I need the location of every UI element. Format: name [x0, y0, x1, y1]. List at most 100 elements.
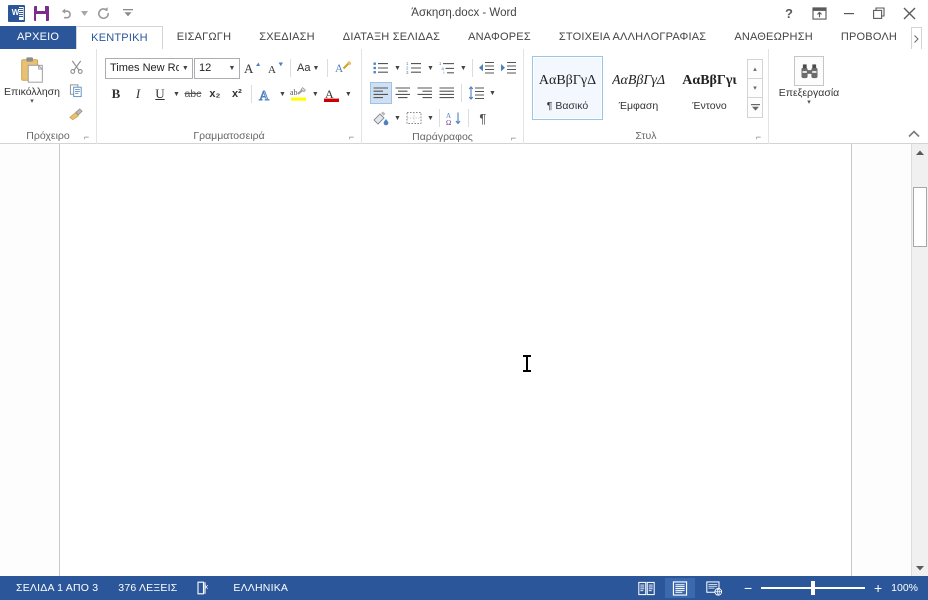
editing-dropdown-icon[interactable]: ▾: [807, 99, 811, 107]
font-name-input[interactable]: Times New Ro ▼: [105, 57, 193, 79]
align-left-button[interactable]: [370, 82, 392, 104]
italic-button[interactable]: I: [127, 83, 149, 105]
ribbon-display-options-icon[interactable]: [804, 1, 834, 25]
tab-design[interactable]: ΣΧΕΔΙΑΣΗ: [245, 26, 329, 49]
font-color-dropdown-icon[interactable]: ▼: [343, 91, 354, 98]
minimize-icon[interactable]: [834, 1, 864, 25]
shrink-font-button[interactable]: A: [264, 57, 286, 79]
zoom-in-button[interactable]: +: [871, 581, 885, 595]
text-effects-dropdown-icon[interactable]: ▼: [277, 91, 288, 98]
text-effects-button[interactable]: A: [255, 83, 277, 105]
vertical-scrollbar[interactable]: [911, 144, 928, 576]
save-icon[interactable]: [30, 2, 52, 24]
zoom-slider[interactable]: [761, 581, 866, 595]
styles-dialog-launcher-icon[interactable]: ⌐: [753, 132, 764, 143]
clipboard-dialog-launcher-icon[interactable]: ⌐: [81, 132, 92, 143]
borders-dropdown-icon[interactable]: ▼: [425, 115, 436, 122]
scroll-down-icon[interactable]: [912, 559, 928, 576]
tab-page-layout[interactable]: ΔΙΑΤΑΞΗ ΣΕΛΙΔΑΣ: [329, 26, 454, 49]
styles-scroll-down-icon[interactable]: ▾: [748, 79, 762, 98]
justify-button[interactable]: [436, 82, 458, 104]
line-spacing-dropdown-icon[interactable]: ▼: [487, 90, 498, 97]
bold-button[interactable]: B: [105, 83, 127, 105]
chevron-down-icon[interactable]: ▼: [179, 65, 192, 72]
style-item-emphasis[interactable]: ΑαΒβΓγΔ Έμφαση: [603, 56, 674, 120]
chevron-down-icon[interactable]: ▼: [225, 65, 239, 72]
line-spacing-button[interactable]: [465, 82, 487, 104]
restore-icon[interactable]: [864, 1, 894, 25]
print-layout-button[interactable]: [665, 578, 696, 598]
subscript-button[interactable]: x₂: [204, 83, 226, 105]
tab-references[interactable]: ΑΝΑΦΟΡΕΣ: [454, 26, 545, 49]
tab-mailings[interactable]: ΣΤΟΙΧΕΙΑ ΑΛΛΗΛΟΓΡΑΦΙΑΣ: [545, 26, 720, 49]
word-count[interactable]: 376 ΛΕΞΕΙΣ: [108, 576, 187, 600]
scrollbar-thumb[interactable]: [913, 187, 927, 247]
underline-button[interactable]: U: [149, 83, 171, 105]
customize-qat-icon[interactable]: [117, 2, 139, 24]
underline-dropdown-icon[interactable]: ▼: [171, 91, 182, 98]
show-formatting-marks-button[interactable]: ¶: [472, 107, 494, 129]
page-indicator[interactable]: ΣΕΛΙΔΑ 1 ΑΠΟ 3: [6, 576, 108, 600]
format-painter-button[interactable]: [65, 104, 87, 125]
tab-view[interactable]: ΠΡΟΒΟΛΗ: [827, 26, 911, 49]
multilevel-dropdown-icon[interactable]: ▼: [458, 65, 469, 72]
paste-dropdown-icon[interactable]: ▾: [30, 98, 34, 106]
svg-text:Ω: Ω: [446, 119, 451, 126]
bullets-dropdown-icon[interactable]: ▼: [392, 65, 403, 72]
redo-icon[interactable]: [92, 2, 114, 24]
strikethrough-button[interactable]: abc: [182, 83, 204, 105]
change-case-button[interactable]: Aa ▼: [295, 57, 323, 79]
increase-indent-button[interactable]: [497, 57, 519, 79]
help-icon[interactable]: ?: [774, 1, 804, 25]
align-right-button[interactable]: [414, 82, 436, 104]
style-item-strong[interactable]: ΑαΒβΓγι Έντονο: [674, 56, 745, 120]
copy-button[interactable]: [65, 80, 87, 101]
web-layout-button[interactable]: [699, 578, 729, 598]
grow-font-button[interactable]: A: [241, 57, 263, 79]
style-item-normal[interactable]: ΑαΒβΓγΔ ¶ Βασικό: [532, 56, 603, 120]
zoom-slider-handle[interactable]: [811, 581, 816, 595]
zoom-out-button[interactable]: −: [741, 581, 755, 595]
multilevel-list-button[interactable]: 1 a i: [436, 57, 458, 79]
font-dialog-launcher-icon[interactable]: ⌐: [346, 132, 357, 143]
numbering-dropdown-icon[interactable]: ▼: [425, 65, 436, 72]
borders-button[interactable]: [403, 107, 425, 129]
paste-button[interactable]: Επικόλληση ▾: [4, 52, 60, 128]
align-center-button[interactable]: [392, 82, 414, 104]
editing-button[interactable]: Επεξεργασία ▾: [773, 52, 845, 128]
read-mode-button[interactable]: [631, 578, 661, 598]
styles-scroll-up-icon[interactable]: ▴: [748, 60, 762, 79]
superscript-button[interactable]: x²: [226, 83, 248, 105]
proofing-status-icon[interactable]: x: [187, 576, 223, 600]
language-indicator[interactable]: ΕΛΛΗΝΙΚΑ: [223, 576, 298, 600]
zoom-level-label[interactable]: 100%: [891, 582, 918, 594]
font-color-button[interactable]: A: [321, 83, 343, 105]
scrollbar-track[interactable]: [912, 161, 928, 559]
document-page[interactable]: [60, 144, 852, 576]
clear-formatting-button[interactable]: A: [332, 57, 354, 79]
paragraph-dialog-launcher-icon[interactable]: ⌐: [508, 133, 519, 144]
chevron-down-icon[interactable]: ▼: [310, 65, 321, 72]
numbering-button[interactable]: 1 2 3: [403, 57, 425, 79]
collapse-ribbon-icon[interactable]: [908, 130, 920, 141]
scroll-up-icon[interactable]: [912, 144, 928, 161]
undo-dropdown-icon[interactable]: [80, 2, 89, 24]
decrease-indent-button[interactable]: [475, 57, 497, 79]
tab-home[interactable]: ΚΕΝΤΡΙΚΗ: [76, 26, 163, 49]
sort-button[interactable]: A Ω: [443, 107, 465, 129]
close-icon[interactable]: [894, 1, 924, 25]
cut-button[interactable]: [65, 56, 87, 77]
styles-more-icon[interactable]: [748, 98, 762, 117]
shading-dropdown-icon[interactable]: ▼: [392, 115, 403, 122]
highlight-dropdown-icon[interactable]: ▼: [310, 91, 321, 98]
highlight-button[interactable]: ab: [288, 83, 310, 105]
bullets-button[interactable]: [370, 57, 392, 79]
document-canvas[interactable]: [0, 144, 911, 576]
chevron-right-icon[interactable]: [911, 27, 922, 49]
tab-file[interactable]: ΑΡΧΕΙΟ: [0, 26, 77, 49]
tab-review[interactable]: ΑΝΑΘΕΩΡΗΣΗ: [720, 26, 827, 49]
undo-icon[interactable]: [55, 2, 77, 24]
font-size-input[interactable]: 12 ▼: [194, 57, 240, 79]
shading-button[interactable]: [370, 107, 392, 129]
tab-insert[interactable]: ΕΙΣΑΓΩΓΗ: [163, 26, 245, 49]
